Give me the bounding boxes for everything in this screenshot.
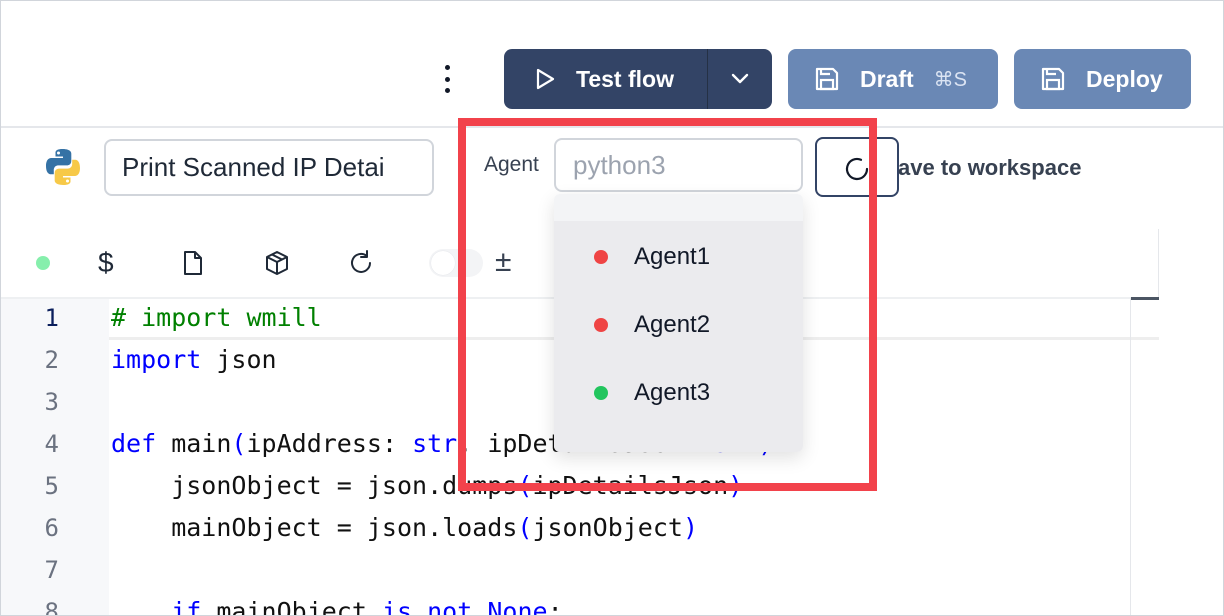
button-separator	[707, 49, 708, 109]
file-icon[interactable]	[179, 249, 207, 277]
line-number: 2	[44, 346, 59, 374]
reload-icon[interactable]	[347, 249, 375, 277]
code-line[interactable]: mainObject = json.loads(jsonObject)	[111, 513, 698, 542]
save-icon	[1041, 67, 1065, 91]
chevron-down-icon	[731, 73, 749, 84]
agent-option-label: Agent1	[634, 243, 711, 270]
draft-shortcut: ⌘S	[933, 68, 968, 91]
online-status-dot	[594, 386, 608, 400]
line-number: 6	[44, 514, 59, 542]
code-line[interactable]: import json	[111, 345, 277, 374]
plus-minus-icon[interactable]: ±	[495, 245, 511, 279]
editor-scrollbar-thumb[interactable]	[1131, 297, 1159, 300]
toggle-knob	[431, 251, 455, 275]
agent-option-label: Agent3	[634, 379, 711, 406]
deploy-label: Deploy	[1086, 65, 1163, 92]
toolbar-divider	[1158, 229, 1159, 299]
line-number: 5	[44, 472, 59, 500]
line-number: 7	[44, 556, 59, 584]
refresh-icon	[845, 157, 869, 181]
agent-options-list: Agent1 Agent2 Agent3	[554, 221, 803, 452]
editor-scrollbar-track[interactable]	[1130, 298, 1131, 615]
agent-option-2[interactable]: Agent2	[554, 291, 803, 359]
dollar-icon[interactable]: $	[98, 247, 114, 279]
line-number: 1	[44, 304, 59, 332]
agent-option-3[interactable]: Agent3	[554, 359, 803, 427]
save-to-workspace-label[interactable]: ave to workspace	[898, 155, 1081, 181]
status-dot	[36, 256, 50, 270]
code-line[interactable]: # import wmill	[111, 303, 322, 332]
offline-status-dot	[594, 318, 608, 332]
script-name-value: Print Scanned IP Detai	[122, 152, 385, 182]
script-name-input[interactable]: Print Scanned IP Detai	[104, 139, 434, 196]
test-flow-dropdown-toggle[interactable]	[708, 73, 772, 85]
app-window: Test flow Draft ⌘S Deploy Print Scanned …	[0, 0, 1224, 616]
python-icon	[46, 149, 80, 185]
dropdown-header	[554, 194, 803, 221]
code-line[interactable]: jsonObject = json.dumps(ipDetailsJson)	[111, 471, 743, 500]
play-icon	[536, 68, 555, 90]
refresh-button[interactable]	[815, 137, 899, 197]
package-icon[interactable]	[263, 249, 291, 277]
line-number: 3	[44, 388, 59, 416]
deploy-button[interactable]: Deploy	[1014, 49, 1191, 109]
test-flow-label: Test flow	[576, 65, 674, 92]
line-number: 8	[44, 598, 59, 616]
agent-option-1[interactable]: Agent1	[554, 221, 803, 291]
agent-option-label: Agent2	[634, 311, 711, 338]
agent-input[interactable]	[554, 138, 803, 192]
draft-button[interactable]: Draft ⌘S	[788, 49, 998, 109]
diff-toggle[interactable]	[429, 249, 483, 277]
draft-label: Draft	[860, 65, 914, 92]
code-line[interactable]: if mainObject is not None:	[111, 597, 562, 615]
test-flow-button[interactable]: Test flow	[504, 49, 772, 109]
save-icon	[815, 67, 839, 91]
line-number: 4	[44, 430, 59, 458]
agent-label: Agent	[484, 153, 539, 176]
top-header: Test flow Draft ⌘S Deploy	[1, 1, 1223, 128]
more-options-icon[interactable]	[437, 65, 457, 93]
agent-dropdown: Agent1 Agent2 Agent3	[554, 194, 803, 452]
offline-status-dot	[594, 250, 608, 264]
